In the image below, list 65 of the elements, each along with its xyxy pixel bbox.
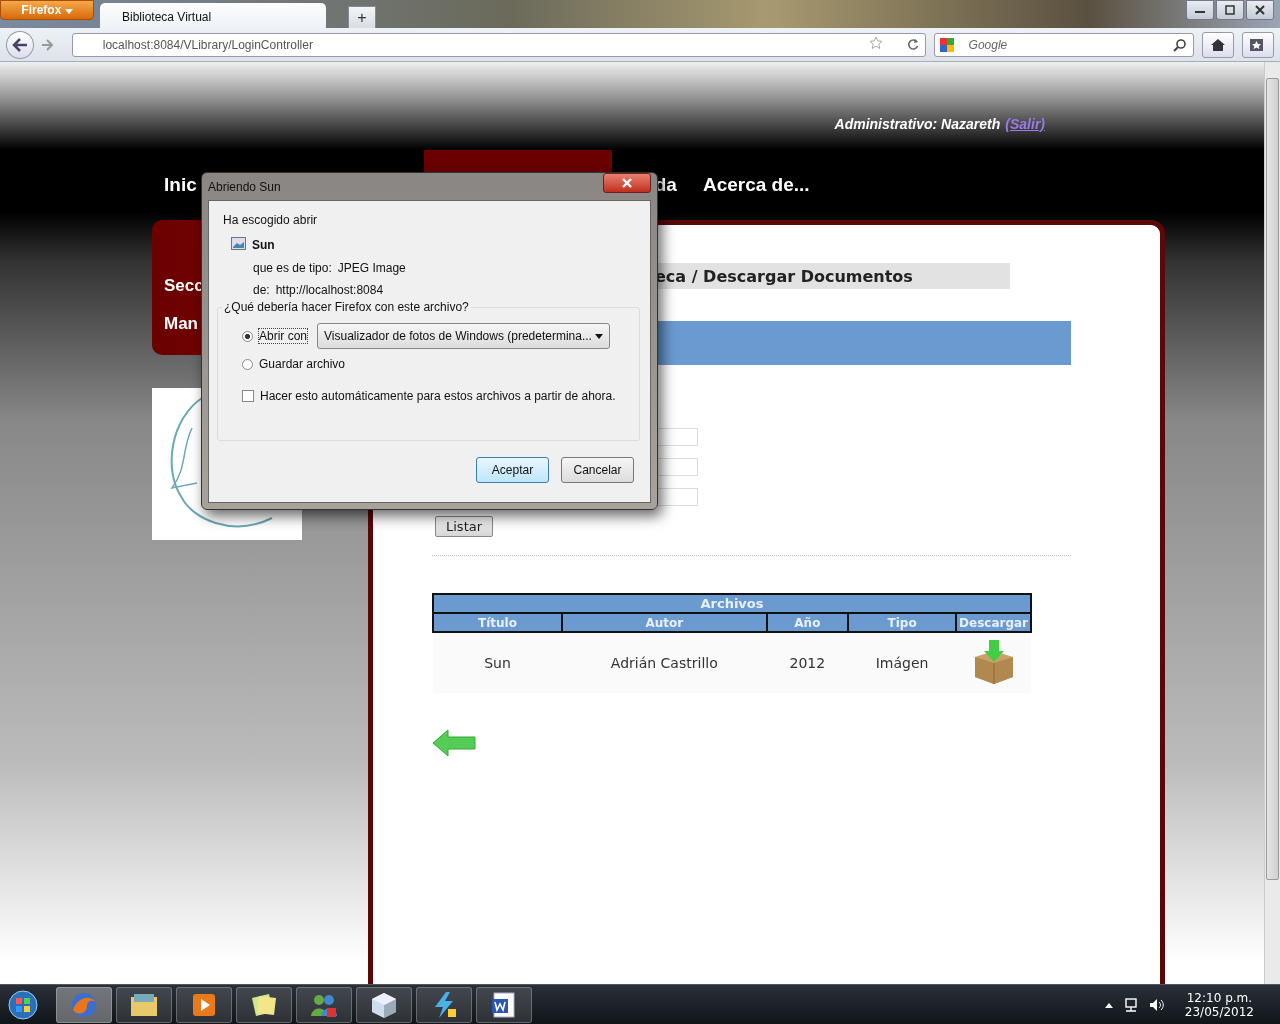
new-tab-button[interactable]: +	[348, 6, 376, 28]
search-icon[interactable]	[1173, 37, 1188, 52]
table-cell: 2012	[766, 632, 849, 693]
home-icon[interactable]	[1202, 31, 1235, 58]
close-icon[interactable]	[1246, 0, 1274, 20]
source-value: http://localhost:8084	[275, 283, 384, 297]
table-cell: Imágen	[848, 632, 957, 693]
close-icon	[621, 177, 633, 188]
notes-icon[interactable]	[236, 986, 292, 1023]
checkbox-label[interactable]: Hacer esto automáticamente para estos archivos a partir de ahora.	[260, 389, 616, 403]
folder-icon[interactable]	[116, 986, 172, 1023]
caret-icon	[64, 9, 73, 14]
document-icon[interactable]	[476, 986, 532, 1023]
address-field[interactable]: localhost:8084/VLibrary/LoginController	[71, 32, 926, 57]
checkbox[interactable]	[242, 390, 254, 402]
file-name: Sun	[252, 238, 275, 252]
dialog-button[interactable]: Cancelar	[561, 457, 634, 483]
user-label: Administrativo: Nazareth	[834, 116, 1001, 132]
lightning-icon[interactable]	[416, 986, 472, 1023]
nav-link[interactable]: Acerca de...	[702, 174, 810, 196]
dialog-title: Abriendo Sun	[208, 179, 281, 194]
type-value: JPEG Image	[337, 261, 406, 275]
clock-time: 12:10 p.m.	[1186, 990, 1253, 1005]
table-cell: Sun	[433, 632, 562, 693]
input-field[interactable]	[655, 458, 698, 476]
type-label: que es de tipo:	[253, 261, 332, 275]
app-dropdown[interactable]: Visualizador de fotos de Windows (predetermina...	[317, 323, 611, 349]
scrollbar[interactable]	[1264, 62, 1280, 984]
radio-button[interactable]	[242, 330, 253, 342]
search-engine-icon[interactable]	[938, 36, 955, 53]
globe-icon[interactable]	[56, 986, 112, 1023]
option-label[interactable]: Guardar archivo	[259, 357, 346, 371]
back-arrow-icon	[11, 37, 28, 52]
table-caption: Archivos	[433, 594, 1031, 613]
caret-icon	[595, 333, 604, 339]
nav-link[interactable]: Inic	[164, 174, 197, 196]
close-button[interactable]	[603, 172, 651, 193]
restore-icon[interactable]	[1216, 0, 1244, 20]
intro-text: Ha escogido abrir	[223, 213, 319, 227]
cube-icon[interactable]	[356, 986, 412, 1023]
column-header: Título	[433, 613, 562, 632]
bookmarks-icon[interactable]	[1242, 31, 1274, 58]
people-icon[interactable]	[296, 986, 352, 1023]
group-legend: ¿Qué debería hacer Firefox con este archivo?	[222, 300, 471, 314]
dialog-button[interactable]: Aceptar	[476, 457, 549, 483]
list-button[interactable]: Listar	[435, 516, 494, 537]
speaker-icon[interactable]	[1148, 997, 1165, 1012]
show-hidden-icons-icon[interactable]	[1104, 1001, 1113, 1008]
browser-tab[interactable]: Biblioteca Virtual	[100, 3, 326, 28]
back-button[interactable]	[6, 30, 34, 59]
clock-date: 23/05/2012	[1184, 1004, 1254, 1019]
search-field[interactable]: Google	[966, 36, 1174, 53]
option-label[interactable]: Abrir con	[259, 329, 308, 343]
radio-button[interactable]	[242, 358, 253, 370]
source-label: de:	[253, 283, 270, 297]
network-icon[interactable]	[1122, 997, 1139, 1012]
input-field[interactable]	[655, 428, 698, 446]
input-field[interactable]	[655, 488, 698, 506]
table-cell: Adrián Castrillo	[561, 632, 767, 693]
clock[interactable]: 12:10 p.m. 23/05/2012	[1184, 990, 1254, 1019]
search-bar[interactable]: Google	[933, 32, 1195, 57]
image-file-icon	[231, 237, 246, 253]
media-player-icon[interactable]	[176, 986, 232, 1023]
start-button[interactable]	[8, 989, 38, 1020]
minimize-icon[interactable]	[1186, 0, 1214, 20]
